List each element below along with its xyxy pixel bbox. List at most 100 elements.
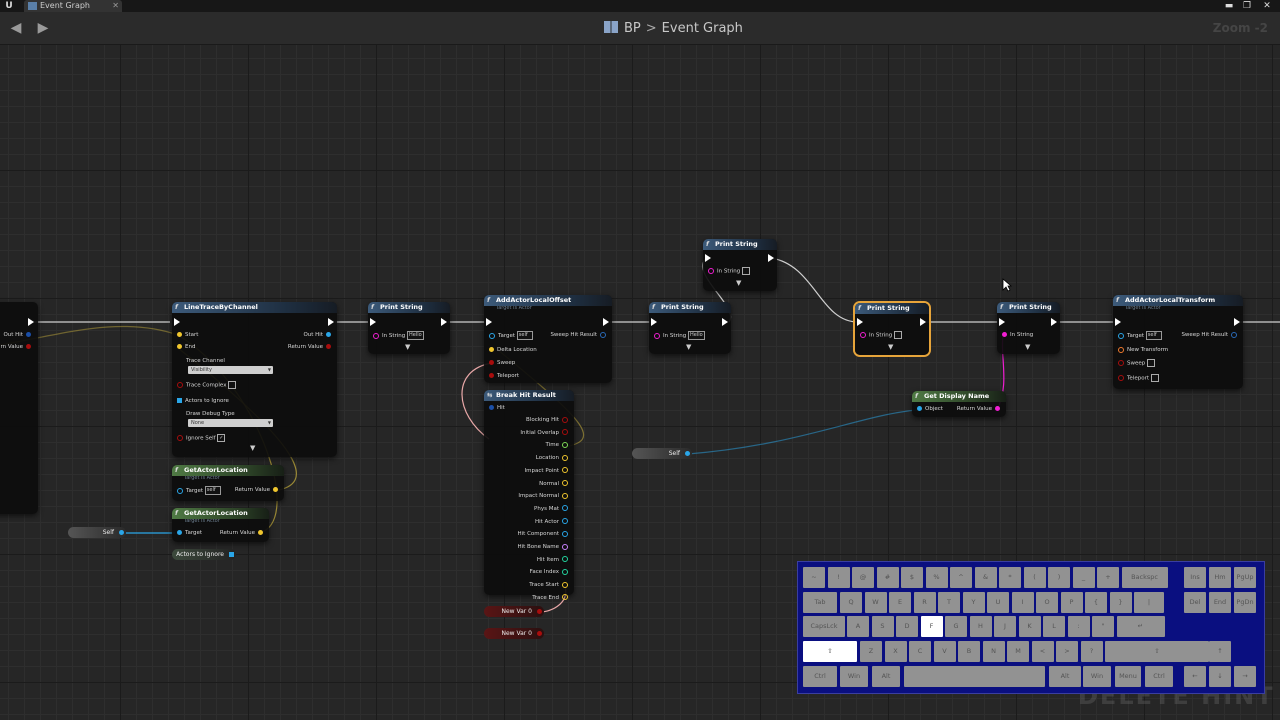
in-string-pin[interactable] bbox=[1002, 332, 1007, 337]
key[interactable]: Alt bbox=[1049, 666, 1081, 687]
sweep-hit-result-pin[interactable] bbox=[1231, 331, 1237, 338]
ignore-self-pin[interactable] bbox=[177, 435, 183, 441]
key[interactable]: Ctrl bbox=[803, 666, 837, 687]
new-var-0-pin[interactable] bbox=[537, 609, 542, 614]
key[interactable]: $ bbox=[901, 567, 923, 588]
key[interactable]: Hm bbox=[1209, 567, 1231, 588]
close-tab-icon[interactable]: ✕ bbox=[112, 0, 119, 12]
close-window-button[interactable]: ✕ bbox=[1258, 0, 1276, 12]
key[interactable]: Win bbox=[1083, 666, 1111, 687]
key[interactable]: E bbox=[889, 592, 911, 613]
output-pin[interactable] bbox=[562, 594, 568, 601]
key[interactable]: _ bbox=[1072, 567, 1095, 588]
advanced-expand-icon[interactable]: ▼ bbox=[405, 343, 410, 351]
spacebar-key[interactable] bbox=[904, 666, 1045, 687]
exec-in-pin[interactable] bbox=[1115, 318, 1121, 326]
arrow-up-key[interactable]: ↑ bbox=[1209, 641, 1231, 662]
target-pin[interactable] bbox=[177, 487, 183, 494]
key[interactable]: ) bbox=[1048, 567, 1070, 588]
exec-out-pin[interactable] bbox=[768, 254, 774, 262]
target-pin[interactable] bbox=[177, 530, 182, 535]
key[interactable]: Ins bbox=[1184, 567, 1206, 588]
sweep-pin[interactable] bbox=[1118, 360, 1124, 366]
output-pin[interactable] bbox=[562, 556, 568, 563]
teleport-checkbox[interactable] bbox=[1150, 374, 1159, 382]
node-get-display-name[interactable]: f Get Display Name Object Return Value bbox=[912, 391, 1006, 417]
delta-location-pin[interactable] bbox=[489, 347, 494, 352]
key[interactable]: ↵ bbox=[1116, 616, 1165, 637]
exec-in-pin[interactable] bbox=[370, 318, 376, 326]
end-pin[interactable] bbox=[177, 344, 182, 349]
actors-to-ignore-variable-node[interactable]: Actors to Ignore bbox=[172, 549, 236, 560]
key[interactable]: @ bbox=[852, 567, 874, 588]
exec-in-pin[interactable] bbox=[999, 318, 1005, 326]
key[interactable]: > bbox=[1056, 641, 1078, 662]
self-pin[interactable] bbox=[685, 451, 690, 456]
key[interactable]: { bbox=[1085, 592, 1107, 613]
key[interactable]: ( bbox=[1023, 567, 1046, 588]
target-pin[interactable] bbox=[1118, 332, 1124, 339]
node-print-string-2[interactable]: f Print String In String Hello ▼ bbox=[649, 302, 731, 354]
node-print-string-selected[interactable]: f Print String In String ▼ bbox=[855, 303, 929, 355]
new-var-0-node-a[interactable]: New Var 0 bbox=[484, 606, 544, 617]
key[interactable]: H bbox=[969, 616, 992, 637]
sweep-pin[interactable] bbox=[489, 360, 494, 365]
key[interactable]: # bbox=[876, 567, 899, 588]
return-value-pin[interactable] bbox=[258, 530, 263, 535]
out-hit-pin[interactable] bbox=[326, 332, 331, 337]
maximize-button[interactable]: ❐ bbox=[1238, 0, 1256, 12]
key[interactable]: L bbox=[1043, 616, 1065, 637]
key[interactable]: ⇧ bbox=[803, 641, 857, 662]
arrow-down-key[interactable]: ↓ bbox=[1209, 666, 1231, 687]
key[interactable]: W bbox=[864, 592, 887, 613]
key[interactable]: I bbox=[1011, 592, 1034, 613]
key[interactable]: D bbox=[896, 616, 918, 637]
target-self-box[interactable]: self bbox=[1145, 331, 1162, 340]
exec-out-pin[interactable] bbox=[603, 318, 609, 326]
key[interactable]: P bbox=[1060, 592, 1083, 613]
self-variable-node-mid[interactable]: Self bbox=[632, 448, 692, 459]
trace-complex-pin[interactable] bbox=[177, 382, 183, 388]
node-print-string-4[interactable]: f Print String In String ▼ bbox=[997, 302, 1060, 354]
output-pin[interactable] bbox=[562, 518, 568, 525]
hit-pin[interactable] bbox=[489, 405, 494, 410]
node-break-hit-result[interactable]: ⇆ Break Hit Result Hit Blocking Hit Initia… bbox=[484, 390, 574, 601]
key[interactable]: CapsLck bbox=[803, 616, 845, 637]
output-pin[interactable] bbox=[562, 581, 568, 588]
key[interactable]: M bbox=[1007, 641, 1029, 662]
key[interactable]: PgDn bbox=[1234, 592, 1256, 613]
node-add-actor-local-transform[interactable]: f AddActorLocalTransform Target is Actor … bbox=[1113, 295, 1243, 389]
node-get-actor-location-2[interactable]: f GetActorLocation Target is Actor Target… bbox=[172, 508, 269, 542]
key[interactable]: % bbox=[925, 567, 948, 588]
output-pin[interactable] bbox=[562, 441, 568, 448]
advanced-expand-icon[interactable]: ▼ bbox=[888, 343, 893, 351]
teleport-pin[interactable] bbox=[489, 373, 494, 378]
key[interactable]: } bbox=[1109, 592, 1132, 613]
in-string-field[interactable] bbox=[742, 267, 751, 275]
key[interactable]: Tab bbox=[803, 592, 837, 613]
key[interactable]: * bbox=[999, 567, 1021, 588]
advanced-expand-icon[interactable]: ▼ bbox=[686, 343, 691, 351]
exec-in-pin[interactable] bbox=[486, 318, 492, 326]
output-pin[interactable] bbox=[562, 467, 568, 474]
output-pin[interactable] bbox=[562, 543, 568, 550]
key[interactable]: Del bbox=[1184, 592, 1206, 613]
breadcrumb-root[interactable]: BP bbox=[624, 21, 641, 36]
object-pin[interactable] bbox=[917, 406, 922, 411]
key[interactable]: B bbox=[958, 641, 980, 662]
key[interactable]: N bbox=[982, 641, 1005, 662]
return-value-pin[interactable] bbox=[26, 344, 31, 349]
exec-in-pin[interactable] bbox=[651, 318, 657, 326]
exec-in-pin[interactable] bbox=[174, 318, 180, 326]
minimize-button[interactable]: ▬ bbox=[1220, 0, 1238, 12]
key[interactable]: X bbox=[884, 641, 907, 662]
key[interactable]: Ctrl bbox=[1145, 666, 1173, 687]
in-string-field[interactable]: Hello bbox=[688, 331, 705, 340]
ignore-self-checkbox[interactable]: ✓ bbox=[217, 434, 226, 442]
self-pin[interactable] bbox=[119, 530, 124, 535]
key[interactable]: : bbox=[1067, 616, 1090, 637]
self-variable-node[interactable]: Self bbox=[68, 527, 126, 538]
key[interactable]: ? bbox=[1080, 641, 1103, 662]
key[interactable]: Menu bbox=[1115, 666, 1141, 687]
node-add-actor-local-offset[interactable]: f AddActorLocalOffset Target is Actor Tar… bbox=[484, 295, 612, 383]
